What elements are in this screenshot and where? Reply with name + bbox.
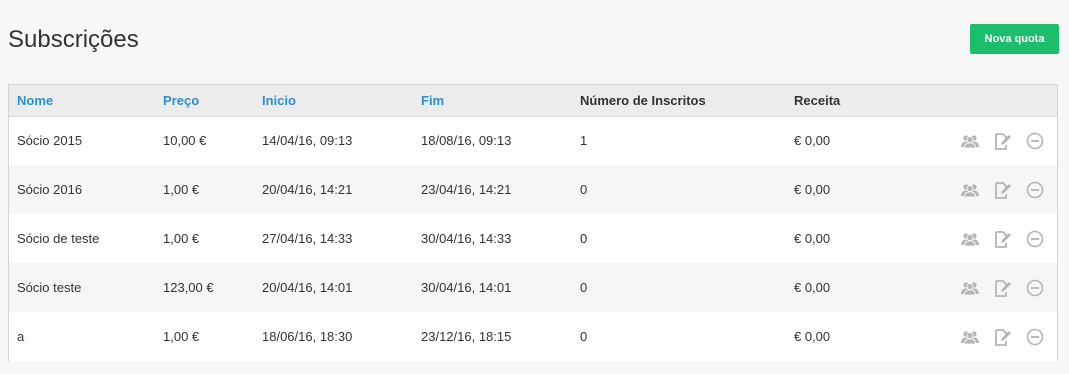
cell-nome: Sócio 2016 [17, 182, 83, 197]
new-quota-button[interactable]: Nova quota [970, 24, 1059, 54]
cell-inicio: 20/04/16, 14:21 [262, 182, 353, 197]
cell-fim: 30/04/16, 14:33 [421, 231, 512, 246]
cell-receita: € 0,00 [794, 280, 831, 295]
cell-nome: Sócio 2015 [17, 133, 83, 149]
remove-icon[interactable] [1025, 327, 1045, 347]
members-icon[interactable] [960, 327, 980, 347]
cell-nome: Sócio teste [17, 280, 82, 295]
cell-fim: 23/04/16, 14:21 [421, 182, 512, 197]
members-icon[interactable] [960, 278, 980, 298]
cell-preco: 1,00 € [163, 329, 200, 344]
cell-actions [921, 263, 1057, 312]
page-title: Subscrições [8, 26, 139, 53]
table-row: Sócio teste 123,00 € 20/04/16, 14:01 30/… [9, 263, 1057, 312]
cell-actions [921, 116, 1057, 165]
column-header-inicio[interactable]: Inicio [254, 85, 413, 116]
table-header-row: Nome Preço Inicio Fim Número de Inscrito… [9, 85, 1057, 116]
edit-icon[interactable] [992, 327, 1012, 347]
table-row: Sócio 2015 10,00 € 14/04/16, 09:13 18/08… [9, 116, 1057, 165]
cell-actions [921, 165, 1057, 214]
column-header-actions [921, 85, 1057, 116]
table-row: a 1,00 € 18/06/16, 18:30 23/12/16, 18:15… [9, 312, 1057, 361]
column-header-nome[interactable]: Nome [9, 85, 155, 116]
edit-icon[interactable] [992, 180, 1012, 200]
cell-inscritos: 0 [580, 329, 588, 344]
members-icon[interactable] [960, 180, 980, 200]
cell-preco: 1,00 € [163, 182, 200, 197]
cell-inicio: 27/04/16, 14:33 [262, 231, 353, 246]
column-header-inscritos: Número de Inscritos [580, 92, 706, 108]
cell-actions [921, 312, 1057, 361]
remove-icon[interactable] [1025, 278, 1045, 298]
column-header-preco[interactable]: Preço [155, 85, 254, 116]
subscriptions-table: Nome Preço Inicio Fim Número de Inscrito… [8, 84, 1058, 361]
cell-inscritos: 0 [580, 231, 588, 246]
remove-icon[interactable] [1025, 180, 1045, 200]
cell-preco: 10,00 € [163, 133, 207, 149]
cell-receita: € 0,00 [794, 231, 831, 246]
cell-receita: € 0,00 [794, 182, 831, 197]
cell-receita: € 0,00 [794, 329, 831, 344]
remove-icon[interactable] [1025, 131, 1045, 151]
cell-actions [921, 214, 1057, 263]
cell-fim: 30/04/16, 14:01 [421, 280, 512, 295]
edit-icon[interactable] [992, 229, 1012, 249]
members-icon[interactable] [960, 229, 980, 249]
cell-inicio: 18/06/16, 18:30 [262, 329, 353, 344]
cell-inicio: 20/04/16, 14:01 [262, 280, 353, 295]
cell-fim: 23/12/16, 18:15 [421, 329, 512, 344]
edit-icon[interactable] [992, 278, 1012, 298]
members-icon[interactable] [960, 131, 980, 151]
cell-preco: 123,00 € [163, 280, 214, 295]
cell-nome: Sócio de teste [17, 231, 100, 246]
table-row: Sócio 2016 1,00 € 20/04/16, 14:21 23/04/… [9, 165, 1057, 214]
cell-preco: 1,00 € [163, 231, 200, 246]
cell-fim: 18/08/16, 09:13 [421, 133, 512, 149]
remove-icon[interactable] [1025, 229, 1045, 249]
cell-inicio: 14/04/16, 09:13 [262, 133, 353, 149]
column-header-fim[interactable]: Fim [413, 85, 572, 116]
table-body: Sócio 2015 10,00 € 14/04/16, 09:13 18/08… [9, 116, 1057, 361]
cell-inscritos: 0 [580, 182, 588, 197]
edit-icon[interactable] [992, 131, 1012, 151]
column-header-receita: Receita [794, 92, 841, 108]
cell-inscritos: 1 [580, 133, 588, 149]
table-row: Sócio de teste 1,00 € 27/04/16, 14:33 30… [9, 214, 1057, 263]
cell-inscritos: 0 [580, 280, 588, 295]
cell-receita: € 0,00 [794, 133, 831, 149]
cell-nome: a [17, 329, 25, 344]
